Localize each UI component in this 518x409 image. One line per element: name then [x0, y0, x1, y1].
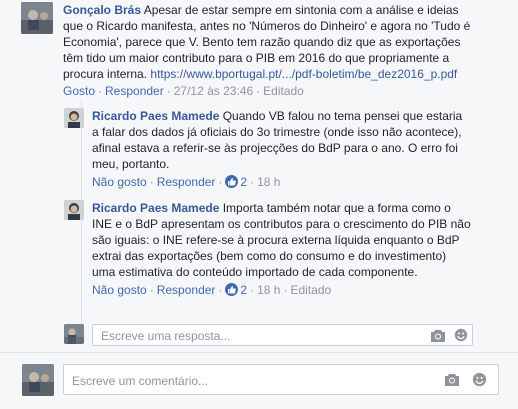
reply-body: Ricardo Paes Mamede Quando VB falou no t… — [92, 108, 472, 172]
edited-label[interactable]: Editado — [290, 283, 331, 297]
separator: · — [166, 84, 171, 98]
separator: · — [283, 283, 288, 297]
timestamp[interactable]: 18 h — [257, 283, 280, 297]
reply-button[interactable]: Responder — [157, 175, 216, 189]
separator: · — [98, 84, 103, 98]
thumbs-up-icon — [225, 175, 239, 188]
separator: · — [149, 175, 154, 189]
reply-input-box — [92, 324, 473, 347]
unlike-button[interactable]: Não gosto — [92, 283, 147, 297]
avatar[interactable] — [64, 200, 84, 220]
reply-input[interactable] — [99, 325, 423, 347]
avatar — [64, 324, 84, 344]
camera-icon[interactable] — [444, 373, 460, 390]
avatar[interactable] — [64, 108, 84, 128]
reply-button[interactable]: Responder — [157, 283, 216, 297]
reply-body: Ricardo Paes Mamede Importa também notar… — [92, 200, 472, 280]
divider — [0, 352, 518, 353]
avatar[interactable] — [21, 2, 53, 34]
comment-body: Gonçalo Brás Apesar de estar sempre em s… — [63, 2, 471, 82]
thread-line — [81, 100, 82, 340]
reply: Ricardo Paes Mamede Quando VB falou no t… — [92, 108, 472, 190]
smiley-icon[interactable] — [472, 372, 487, 391]
like-button[interactable]: Gosto — [63, 84, 95, 98]
comment-input[interactable] — [70, 365, 434, 396]
reply-button[interactable]: Responder — [105, 84, 164, 98]
separator: · — [218, 175, 223, 189]
separator: · — [149, 283, 154, 297]
reply-actions: Não gosto · Responder · 2 · 18 h · Editado — [92, 282, 472, 298]
reply-author[interactable]: Ricardo Paes Mamede — [92, 109, 219, 123]
separator: · — [250, 283, 255, 297]
edited-label[interactable]: Editado — [263, 84, 304, 98]
comment-link[interactable]: https://www.bportugal.pt/.../pdf-boletim… — [150, 67, 457, 81]
separator: · — [218, 283, 223, 297]
reply-actions: Não gosto · Responder · 2 · 18 h — [92, 174, 472, 190]
comment-author[interactable]: Gonçalo Brás — [63, 3, 141, 17]
comment-input-box — [63, 364, 499, 396]
reply: Ricardo Paes Mamede Importa também notar… — [92, 200, 472, 298]
comment-actions: Gosto · Responder · 27/12 às 23:46 · Editado — [63, 83, 471, 99]
timestamp[interactable]: 27/12 às 23:46 — [174, 84, 253, 98]
separator: · — [256, 84, 261, 98]
unlike-button[interactable]: Não gosto — [92, 175, 147, 189]
reply-author[interactable]: Ricardo Paes Mamede — [92, 201, 219, 215]
avatar — [22, 364, 54, 396]
comment: Gonçalo Brás Apesar de estar sempre em s… — [63, 2, 471, 99]
comments-panel: Gonçalo Brás Apesar de estar sempre em s… — [0, 0, 518, 409]
smiley-icon[interactable] — [454, 328, 468, 346]
camera-icon[interactable] — [430, 329, 446, 346]
thumbs-up-icon — [225, 283, 239, 296]
separator: · — [250, 175, 255, 189]
timestamp[interactable]: 18 h — [257, 175, 280, 189]
